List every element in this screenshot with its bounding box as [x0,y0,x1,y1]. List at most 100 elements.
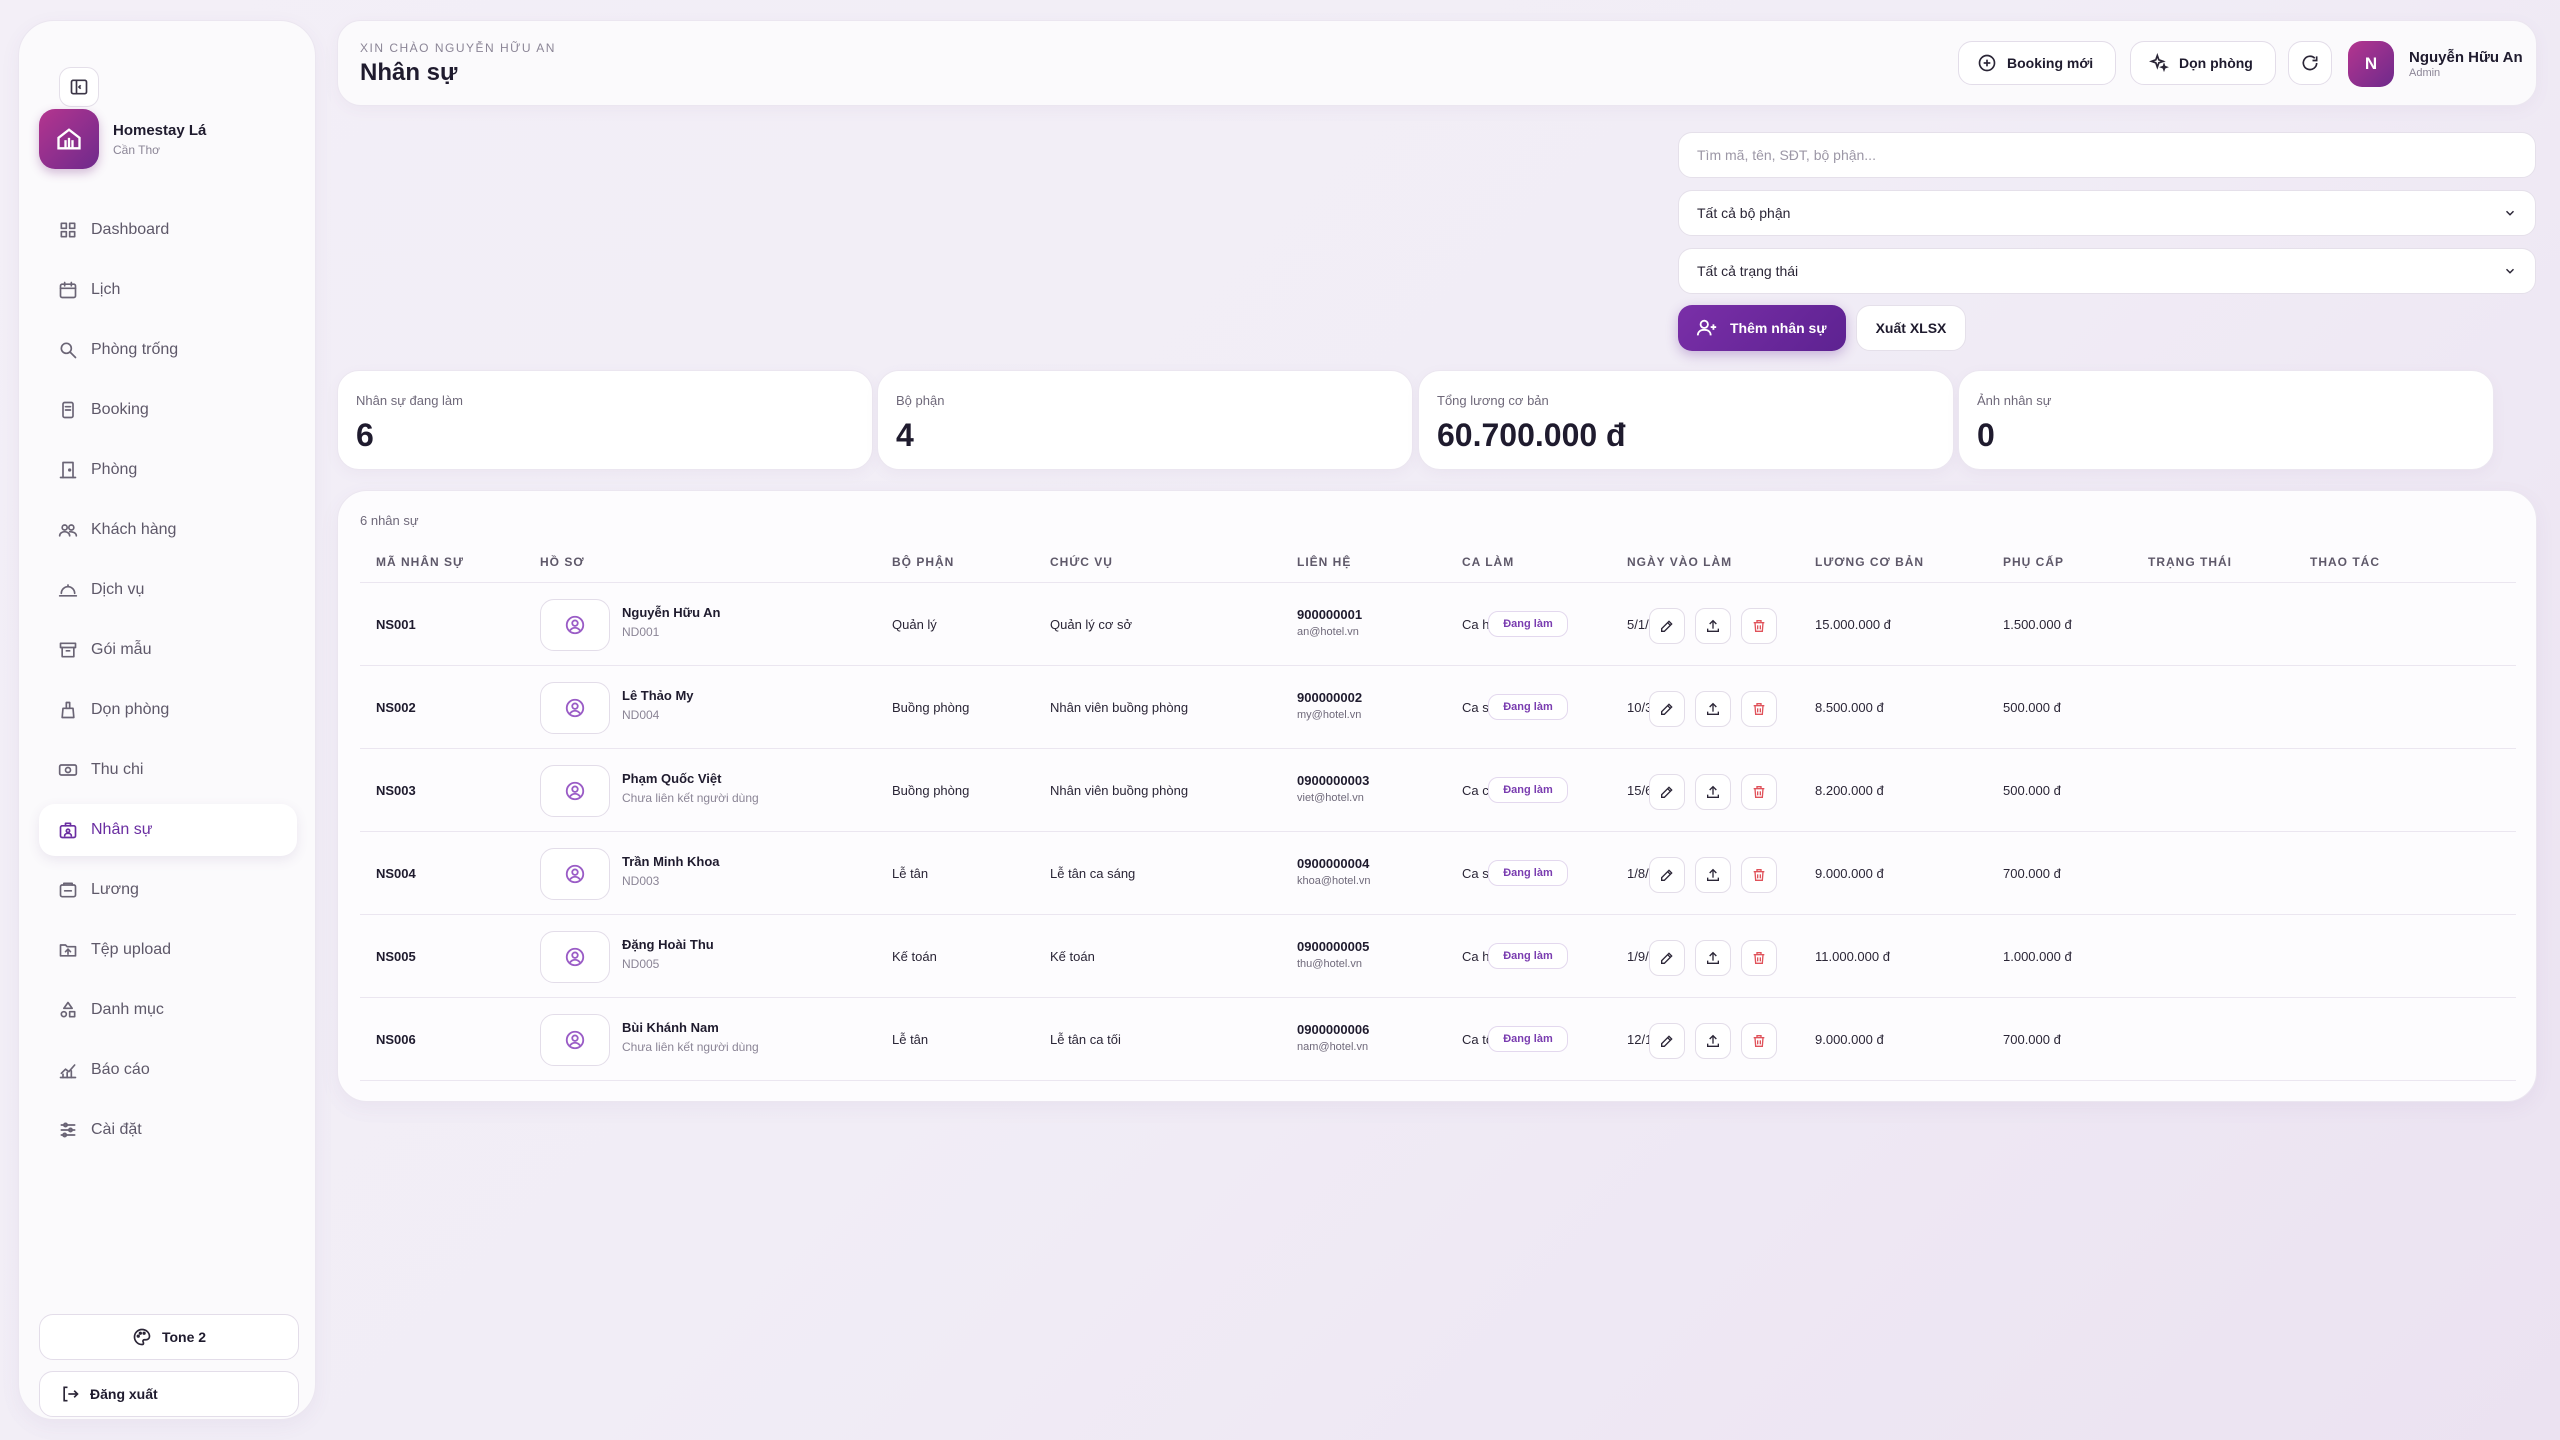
sidebar-item-label: Dịch vụ [91,581,145,598]
stat-label: Nhân sự đang làm [356,393,463,408]
delete-button[interactable] [1741,857,1777,893]
staff-phone: 0900000005 [1297,939,1370,954]
sidebar-item-8[interactable]: Gói mẫu [39,624,297,676]
department-select-value: Tất cả bộ phận [1697,205,1791,221]
column-header: LIÊN HỆ [1297,555,1352,569]
department-select[interactable]: Tất cả bộ phận [1678,190,2536,236]
sidebar-item-2[interactable]: Lịch [39,264,297,316]
table-row: NS001 Nguyễn Hữu An ND001 Quản lý Quản lý cơ… [360,583,2516,666]
sidebar-item-15[interactable]: Báo cáo [39,1044,297,1096]
staff-allowance: 700.000 đ [2003,866,2061,881]
avatar-placeholder[interactable] [540,931,610,983]
sidebar-item-12[interactable]: Lương [39,864,297,916]
door-icon [59,461,77,479]
column-header: MÃ NHÂN SỰ [376,555,464,569]
upload-photo-button[interactable] [1695,608,1731,644]
sidebar-item-3[interactable]: Phòng trống [39,324,297,376]
cleaning-button[interactable]: Dọn phòng [2130,41,2276,85]
table-row: NS004 Trần Minh Khoa ND003 Lễ tân Lễ tân ca … [360,832,2516,915]
staff-name: Lê Thảo My [622,688,694,703]
staff-user-link: Chưa liên kết người dùng [622,791,759,805]
staff-allowance: 1.500.000 đ [2003,617,2072,632]
sidebar-item-1[interactable]: Dashboard [39,204,297,256]
tone-button[interactable]: Tone 2 [39,1314,299,1360]
sidebar-item-4[interactable]: Booking [39,384,297,436]
logout-button[interactable]: Đăng xuất [39,1371,299,1417]
user-avatar[interactable]: N [2348,41,2394,87]
tone-label: Tone 2 [161,1329,207,1345]
sidebar-toggle-button[interactable] [59,67,99,107]
export-xlsx-button[interactable]: Xuất XLSX [1856,305,1966,351]
staff-id: NS005 [376,949,416,964]
staff-role: Lễ tân ca tối [1050,1032,1121,1047]
new-booking-label: Booking mới [2007,55,2094,71]
upload-icon [1707,868,1719,881]
sidebar-item-10[interactable]: Thu chi [39,744,297,796]
user-circle-icon [565,698,585,718]
pencil-icon [1661,786,1673,798]
status-select[interactable]: Tất cả trạng thái [1678,248,2536,294]
user-circle-icon [565,947,585,967]
stat-card: Bộ phận 4 [877,370,1413,470]
staff-id: NS006 [376,1032,416,1047]
edit-button[interactable] [1649,608,1685,644]
add-staff-button[interactable]: Thêm nhân sự [1678,305,1846,351]
sidebar-item-9[interactable]: Dọn phòng [39,684,297,736]
staff-role: Quản lý cơ sở [1050,617,1133,632]
edit-button[interactable] [1649,857,1685,893]
table-header: MÃ NHÂN SỰ HỒ SƠ BỘ PHẬN CHỨC VỤ LIÊN HỆ CA L… [360,541,2516,583]
upload-photo-button[interactable] [1695,691,1731,727]
sidebar-item-label: Tệp upload [91,941,172,958]
staff-phone: 900000001 [1297,607,1363,622]
sparkles-icon [2149,53,2169,73]
staff-user-link: ND005 [622,957,660,971]
delete-button[interactable] [1741,940,1777,976]
staff-department: Lễ tân [892,866,929,881]
upload-photo-button[interactable] [1695,857,1731,893]
sidebar-item-13[interactable]: Tệp upload [39,924,297,976]
avatar-placeholder[interactable] [540,848,610,900]
edit-button[interactable] [1649,691,1685,727]
delete-button[interactable] [1741,608,1777,644]
sidebar-item-11[interactable]: Nhân sự [39,804,297,856]
upload-photo-button[interactable] [1695,1023,1731,1059]
staff-role: Nhân viên buồng phòng [1050,700,1189,715]
delete-button[interactable] [1741,774,1777,810]
sidebar-item-5[interactable]: Phòng [39,444,297,496]
edit-button[interactable] [1649,940,1685,976]
sidebar-item-label: Dashboard [91,221,170,238]
users-icon [58,524,78,537]
upload-photo-button[interactable] [1695,940,1731,976]
stat-value: 4 [896,417,914,453]
delete-button[interactable] [1741,1023,1777,1059]
avatar-placeholder[interactable] [540,599,610,651]
sidebar-item-14[interactable]: Danh mục [39,984,297,1036]
staff-base-salary: 8.200.000 đ [1815,783,1884,798]
delete-button[interactable] [1741,691,1777,727]
search-box[interactable] [1678,132,2536,178]
edit-button[interactable] [1649,1023,1685,1059]
add-staff-label: Thêm nhân sự [1730,320,1827,336]
brand: Homestay Lá Cần Thơ [39,109,206,169]
refresh-button[interactable] [2288,41,2332,85]
user-circle-icon [565,781,585,801]
staff-department: Quản lý [892,617,937,632]
sidebar-item-16[interactable]: Cài đặt [39,1104,297,1156]
upload-photo-button[interactable] [1695,774,1731,810]
column-header: CHỨC VỤ [1050,555,1113,569]
staff-table-card: 6 nhân sự MÃ NHÂN SỰ HỒ SƠ BỘ PHẬN CHỨC VỤ L… [337,490,2537,1102]
avatar-placeholder[interactable] [540,682,610,734]
pencil-icon [1661,703,1673,715]
stat-value: 0 [1977,417,1995,453]
avatar-placeholder[interactable] [540,765,610,817]
sidebar-item-7[interactable]: Dịch vụ [39,564,297,616]
sidebar-item-6[interactable]: Khách hàng [39,504,297,556]
refresh-icon [2302,55,2318,71]
search-icon [60,342,77,359]
avatar-placeholder[interactable] [540,1014,610,1066]
edit-button[interactable] [1649,774,1685,810]
new-booking-button[interactable]: Booking mới [1958,41,2116,85]
search-input[interactable] [1697,147,2517,163]
column-header: CA LÀM [1462,555,1515,569]
upload-icon [1707,619,1719,632]
